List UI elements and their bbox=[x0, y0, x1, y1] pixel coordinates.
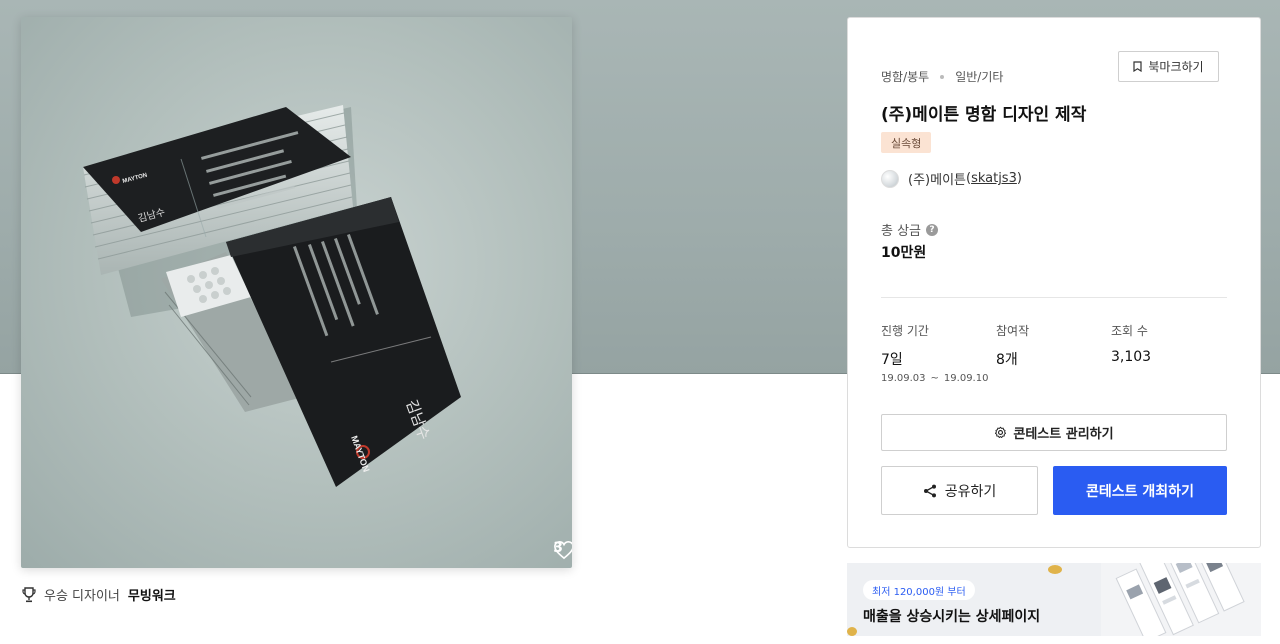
category-sub[interactable]: 일반/기타 bbox=[955, 68, 1003, 85]
period-dates: 19.09.03 ~ 19.09.10 bbox=[881, 373, 988, 384]
period-label: 진행 기간 bbox=[881, 324, 929, 338]
prize-label-row: 총 상금 ? bbox=[881, 220, 939, 239]
period-separator: ~ bbox=[930, 373, 939, 384]
stat-period: 진행 기간 7일 19.09.03 ~ 19.09.10 bbox=[881, 322, 988, 384]
host-name: (주)메이튼 bbox=[908, 173, 966, 188]
ad-mockup-image bbox=[1101, 563, 1261, 636]
contest-info-card: 명함/봉투 일반/기타 북마크하기 (주)메이튼 명함 디자인 제작 실속형 (… bbox=[847, 17, 1261, 548]
ad-banner[interactable]: 최저 120,000원 부터 매출을 상승시키는 상세페이지 bbox=[847, 563, 1261, 636]
tier-badge: 실속형 bbox=[881, 132, 932, 153]
ad-headline: 매출을 상승시키는 상세페이지 bbox=[863, 609, 1041, 625]
like-box[interactable]: 3 bbox=[553, 540, 572, 560]
host-info: (주)메이튼(skatjs3) bbox=[881, 169, 1022, 188]
stat-views: 조회 수 3,103 bbox=[1111, 322, 1151, 365]
host-avatar[interactable] bbox=[881, 169, 899, 188]
period-value: 7일 bbox=[881, 352, 903, 368]
coin-decoration bbox=[1048, 565, 1062, 574]
entries-label: 참여작 bbox=[996, 324, 1030, 338]
ad-price-pill: 최저 120,000원 부터 bbox=[863, 580, 975, 600]
share-label: 공유하기 bbox=[944, 483, 997, 500]
category-breadcrumb: 명함/봉투 일반/기타 bbox=[881, 68, 1003, 85]
contest-title: (주)메이튼 명함 디자인 제작 bbox=[881, 105, 1087, 125]
period-start: 19.09.03 bbox=[881, 373, 926, 384]
divider bbox=[881, 297, 1227, 298]
winner-designer: 우승 디자이너 무빙워크 bbox=[22, 585, 176, 604]
host-contest-button[interactable]: 콘테스트 개최하기 bbox=[1053, 466, 1227, 515]
prize-label: 총 상금 bbox=[881, 224, 922, 239]
views-label: 조회 수 bbox=[1111, 324, 1148, 338]
share-icon bbox=[923, 484, 936, 497]
help-icon[interactable]: ? bbox=[926, 223, 939, 236]
prize-value: 10만원 bbox=[881, 245, 927, 261]
stat-entries: 참여작 8개 bbox=[996, 322, 1029, 369]
views-value: 3,103 bbox=[1111, 349, 1152, 365]
manage-contest-label: 콘테스트 관리하기 bbox=[1013, 427, 1114, 442]
business-card-mockup: MAYTON 김남수 MAYTON 김남수 bbox=[83, 105, 461, 487]
coin-decoration bbox=[847, 627, 857, 636]
entries-value: 8개 bbox=[996, 352, 1018, 368]
contest-main-image[interactable]: MAYTON 김남수 MAYTON 김남수 3 bbox=[21, 17, 572, 568]
host-handle-link[interactable]: skatjs3 bbox=[971, 171, 1017, 186]
manage-contest-button[interactable]: 콘테스트 관리하기 bbox=[881, 414, 1227, 451]
bookmark-icon bbox=[1133, 61, 1142, 72]
trophy-icon bbox=[22, 586, 36, 602]
separator-dot bbox=[940, 74, 945, 79]
share-button[interactable]: 공유하기 bbox=[881, 466, 1038, 515]
winner-name[interactable]: 무빙워크 bbox=[128, 585, 176, 604]
bookmark-label: 북마크하기 bbox=[1148, 60, 1204, 74]
gear-icon bbox=[995, 426, 1007, 439]
period-end: 19.09.10 bbox=[943, 373, 989, 384]
bookmark-button[interactable]: 북마크하기 bbox=[1118, 51, 1219, 82]
winner-prefix: 우승 디자이너 bbox=[44, 589, 120, 604]
category-main[interactable]: 명함/봉투 bbox=[881, 68, 929, 85]
heart-icon[interactable] bbox=[553, 540, 572, 560]
